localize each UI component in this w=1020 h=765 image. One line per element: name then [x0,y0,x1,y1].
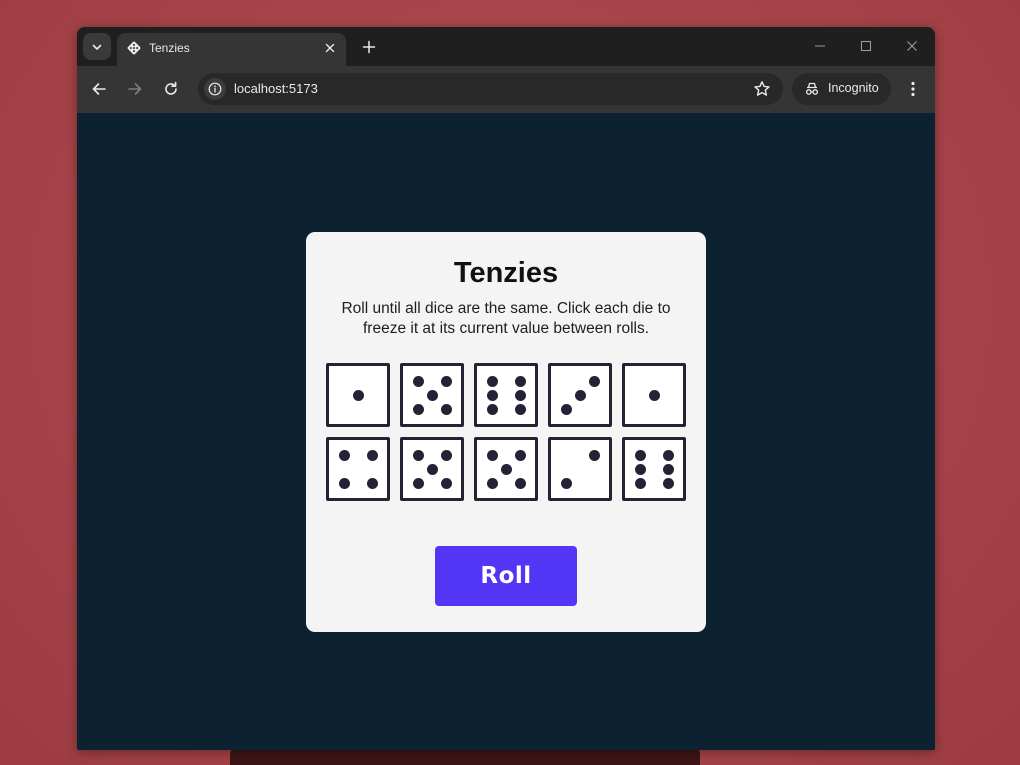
die-pip [634,477,646,489]
minimize-button[interactable] [810,36,830,56]
die-pip [366,449,378,461]
die-pip [560,477,572,489]
maximize-icon [860,40,872,52]
die-pip [514,403,526,415]
die-pip [412,477,424,489]
url-text: localhost:5173 [234,81,318,96]
die[interactable] [548,363,612,427]
die-pip [514,375,526,387]
browser-toolbar: localhost:5173 Incognito [77,66,935,113]
tab-tenzies[interactable]: Tenzies [117,33,346,66]
close-icon [907,41,917,51]
back-button[interactable] [88,78,110,100]
arrow-left-icon [92,83,106,95]
dice-icon [127,41,141,55]
reload-icon [165,81,177,95]
tab-close-button[interactable] [322,40,338,56]
page-viewport: Tenzies Roll until all dice are the same… [77,113,935,750]
die-pip [440,403,452,415]
incognito-indicator[interactable]: Incognito [792,73,891,105]
star-icon[interactable] [753,80,771,98]
die[interactable] [622,363,686,427]
die-pip [588,375,600,387]
minimize-icon [815,45,825,47]
reload-button[interactable] [160,78,182,100]
die-pip [440,375,452,387]
die[interactable] [474,437,538,501]
browser-window: Tenzies localhost:5173 Incognito Tenzies… [77,27,935,750]
die-pip [338,449,350,461]
more-vertical-icon [911,81,915,97]
die-pip [338,477,350,489]
die[interactable] [622,437,686,501]
die-pip [412,403,424,415]
desktop-shadow [230,748,700,765]
tab-title: Tenzies [149,41,190,55]
plus-icon [362,40,376,54]
die-pip [352,389,364,401]
die-pip [440,477,452,489]
info-icon [208,82,222,96]
incognito-label: Incognito [828,81,879,95]
die-pip [486,477,498,489]
die-pip [412,375,424,387]
die-pip [662,477,674,489]
die-pip [412,449,424,461]
roll-button[interactable]: Roll [435,546,577,606]
new-tab-button[interactable] [359,37,379,57]
die-pip [426,389,438,401]
die-pip [486,403,498,415]
site-info-button[interactable] [204,78,226,100]
die[interactable] [400,363,464,427]
die-pip [514,389,526,401]
tab-search-button[interactable] [83,33,111,60]
forward-button[interactable] [124,78,146,100]
die-pip [486,375,498,387]
arrow-right-icon [128,83,142,95]
tenzies-card: Tenzies Roll until all dice are the same… [306,232,706,632]
die-pip [366,477,378,489]
die-pip [560,403,572,415]
die[interactable] [548,437,612,501]
close-window-button[interactable] [902,36,922,56]
game-instructions: Roll until all dice are the same. Click … [341,300,671,337]
close-icon [325,43,335,53]
die-pip [634,463,646,475]
chevron-down-icon [92,44,102,50]
die-pip [486,389,498,401]
die[interactable] [326,363,390,427]
die-pip [634,449,646,461]
die-pip [514,449,526,461]
die-pip [662,449,674,461]
die-pip [440,449,452,461]
die-pip [648,389,660,401]
dice-grid [326,363,686,501]
die-pip [514,477,526,489]
browser-menu-button[interactable] [903,78,923,100]
die-pip [500,463,512,475]
die[interactable] [400,437,464,501]
die-pip [574,389,586,401]
die-pip [486,449,498,461]
incognito-icon [805,82,819,95]
die[interactable] [474,363,538,427]
die-pip [662,463,674,475]
die-pip [588,449,600,461]
die[interactable] [326,437,390,501]
tab-bar: Tenzies [77,27,935,66]
address-bar[interactable]: localhost:5173 [198,73,783,105]
maximize-button[interactable] [856,36,876,56]
game-title: Tenzies [453,257,559,289]
die-pip [426,463,438,475]
